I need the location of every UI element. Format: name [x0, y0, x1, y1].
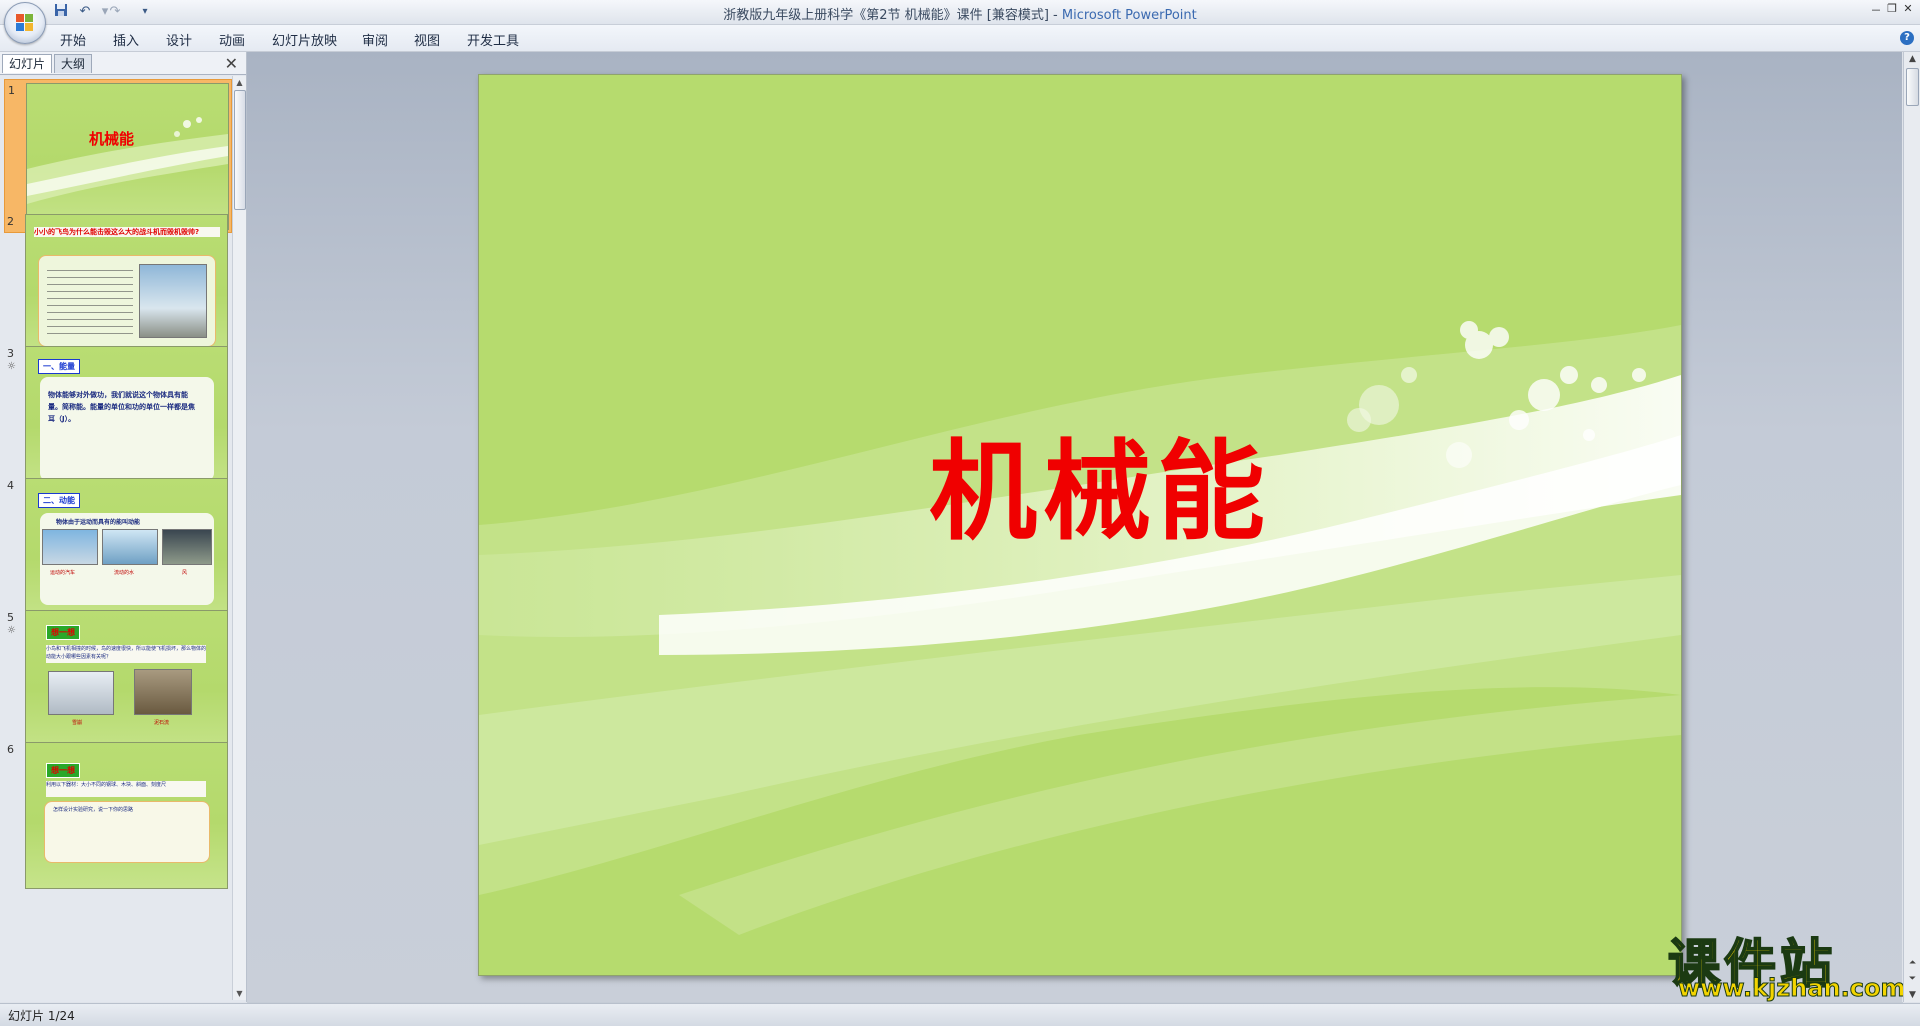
- scroll-down-icon[interactable]: ▼: [1904, 990, 1920, 1000]
- tab-insert[interactable]: 插入: [113, 30, 139, 49]
- slide-thumbnail-list: 1 机械能 2 小小的飞鸟为什么能击毁这么大的战斗机而毁机毁帅? 3 ☼ 一、能…: [0, 76, 232, 1000]
- slide-counter: 幻灯片 1/24: [8, 1009, 75, 1023]
- slide-number: 5: [7, 611, 14, 624]
- animation-icon: ☼: [7, 625, 16, 636]
- tab-slides[interactable]: 幻灯片: [2, 54, 53, 73]
- slide-scrollbar[interactable]: ▲ ⏶ ⏷ ▼: [1903, 52, 1920, 1002]
- tab-developer[interactable]: 开发工具: [467, 30, 519, 49]
- section-tag: 二、动能: [38, 493, 80, 508]
- slide-number: 6: [7, 743, 14, 756]
- image-caption: 流动的水: [114, 570, 135, 576]
- office-logo-icon: [16, 14, 34, 32]
- image-caption: 雪崩: [72, 720, 83, 726]
- slide-title-text: 小小的飞鸟为什么能击毁这么大的战斗机而毁机毁帅?: [34, 227, 220, 237]
- tab-review[interactable]: 审阅: [362, 30, 388, 49]
- status-bar: 幻灯片 1/24: [0, 1003, 1920, 1026]
- slide-title[interactable]: 机械能: [929, 405, 1271, 561]
- slide-thumbnail-1[interactable]: 1 机械能: [4, 79, 232, 233]
- slide-preview: 一、能量 物体能够对外做功，我们就说这个物体具有能量。简称能。能量的单位和功的单…: [25, 346, 228, 493]
- slide-number: 2: [7, 215, 14, 228]
- fighter-jet-image: [139, 264, 207, 338]
- office-button[interactable]: [4, 2, 46, 44]
- watermark-logo: 课件站 www.kjzhan.com: [1667, 922, 1908, 1003]
- water-image: [102, 529, 158, 565]
- window-title: 浙教版九年级上册科学《第2节 机械能》课件 [兼容模式] - Microsoft…: [0, 4, 1920, 23]
- slide-preview: 想一想 利用以下器材：大小不同的钢球、木块、斜面、刻度尺 怎样设计实验研究，说一…: [25, 742, 228, 889]
- close-button[interactable]: ✕: [1900, 2, 1916, 15]
- tab-slide-show[interactable]: 幻灯片放映: [272, 30, 337, 49]
- slide-preview: 机械能: [26, 83, 229, 230]
- slide-thumbnail-4[interactable]: 4 二、动能 物体由于运动而具有的能叫动能 运动的汽车 流动的水 风: [4, 475, 230, 627]
- image-caption: 运动的汽车: [50, 570, 76, 576]
- ribbon-tab-bar: 开始 插入 设计 动画 幻灯片放映 审阅 视图 开发工具 ?: [0, 25, 1920, 52]
- slide-number: 1: [8, 84, 15, 97]
- storm-image: [162, 529, 212, 565]
- help-icon[interactable]: ?: [1900, 31, 1914, 45]
- tab-outline[interactable]: 大纲: [54, 54, 93, 73]
- image-caption: 泥石流: [154, 720, 170, 726]
- scroll-thumb[interactable]: [1906, 68, 1919, 106]
- section-tag: 想一想: [46, 763, 80, 778]
- tab-home[interactable]: 开始: [60, 30, 86, 49]
- document-title: 浙教版九年级上册科学《第2节 机械能》课件 [兼容模式] -: [723, 8, 1062, 23]
- slides-pane: 幻灯片 大纲 ✕ 1 机械能 2 小小的飞鸟为什么能击毁这么大的战斗机而毁机毁帅…: [0, 52, 247, 1002]
- pane-tab-strip: 幻灯片 大纲 ✕: [0, 52, 246, 75]
- car-image: [42, 529, 98, 565]
- slide-thumbnail-2[interactable]: 2 小小的飞鸟为什么能击毁这么大的战斗机而毁机毁帅?: [4, 211, 230, 363]
- content-panel: 怎样设计实验研究，说一下你的思路: [44, 801, 210, 863]
- avalanche-image: [48, 671, 114, 715]
- current-slide[interactable]: 机械能: [478, 74, 1682, 976]
- watermark-url: www.kjzhan.com: [1677, 974, 1906, 1003]
- slide-thumbnail-3[interactable]: 3 ☼ 一、能量 物体能够对外做功，我们就说这个物体具有能量。简称能。能量的单位…: [4, 343, 230, 495]
- thumbnail-scrollbar[interactable]: ▲ ▼: [232, 76, 246, 1000]
- section-tag: 一、能量: [38, 359, 80, 374]
- tab-design[interactable]: 设计: [166, 30, 192, 49]
- slide-body-text: 小鸟和飞机相撞的时候，鸟的速度很快，所以能使飞机损坏，那么物体的动能大小跟哪些因…: [46, 645, 206, 663]
- minimize-button[interactable]: －: [1868, 2, 1884, 18]
- scroll-up-icon[interactable]: ▲: [233, 78, 246, 87]
- slide-preview: 二、动能 物体由于运动而具有的能叫动能 运动的汽车 流动的水 风: [25, 478, 228, 625]
- slide-thumbnail-5[interactable]: 5 ☼ 想一想 小鸟和飞机相撞的时候，鸟的速度很快，所以能使飞机损坏，那么物体的…: [4, 607, 230, 759]
- close-pane-icon[interactable]: ✕: [225, 54, 238, 73]
- scroll-up-icon[interactable]: ▲: [1904, 54, 1920, 64]
- slide-body-text: 怎样设计实验研究，说一下你的思路: [53, 807, 134, 813]
- section-tag: 想一想: [46, 625, 80, 640]
- slide-body-text: 物体能够对外做功，我们就说这个物体具有能量。简称能。能量的单位和功的单位一样都是…: [48, 391, 195, 423]
- tab-view[interactable]: 视图: [414, 30, 440, 49]
- tab-animations[interactable]: 动画: [219, 30, 245, 49]
- scroll-down-icon[interactable]: ▼: [233, 989, 246, 998]
- previous-slide-icon[interactable]: ⏶: [1904, 958, 1920, 968]
- app-name: Microsoft PowerPoint: [1061, 8, 1197, 23]
- slide-preview: 小小的飞鸟为什么能击毁这么大的战斗机而毁机毁帅?: [25, 214, 228, 361]
- slide-preview: 想一想 小鸟和飞机相撞的时候，鸟的速度很快，所以能使飞机损坏，那么物体的动能大小…: [25, 610, 228, 757]
- slide-thumbnail-6[interactable]: 6 想一想 利用以下器材：大小不同的钢球、木块、斜面、刻度尺 怎样设计实验研究，…: [4, 739, 230, 891]
- animation-icon: ☼: [7, 361, 16, 372]
- slide-title-text: 机械能: [89, 130, 135, 148]
- restore-button[interactable]: ❐: [1884, 2, 1900, 15]
- slide-number: 3: [7, 347, 14, 360]
- slide-number: 4: [7, 479, 14, 492]
- title-bar: ↶ ▾ ↷ ▾ 浙教版九年级上册科学《第2节 机械能》课件 [兼容模式] - M…: [0, 0, 1920, 25]
- content-panel: [38, 255, 216, 347]
- next-slide-icon[interactable]: ⏷: [1904, 974, 1920, 984]
- image-caption: 风: [182, 570, 188, 576]
- slide-body-text: 利用以下器材：大小不同的钢球、木块、斜面、刻度尺: [46, 781, 206, 797]
- scroll-thumb[interactable]: [234, 90, 246, 210]
- mudslide-image: [134, 669, 192, 715]
- slide-body-text: 物体由于运动而具有的能叫动能: [56, 519, 141, 526]
